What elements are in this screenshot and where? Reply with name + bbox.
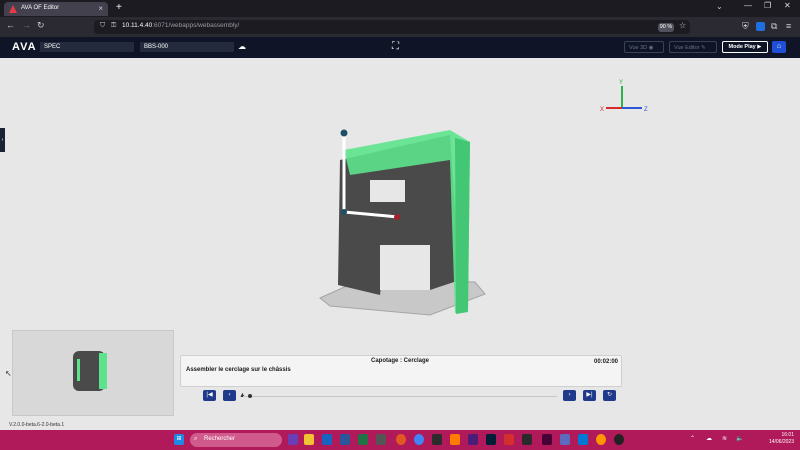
version-label: V.2.0.0-beta.6-2.0-beta.1 [9,422,65,428]
reference-field-value: BBS-000 [144,44,169,50]
home-icon: ⌂ [776,43,782,50]
ava-logo: AVA [12,41,37,53]
zoom-level-badge[interactable]: 90 % [658,23,674,32]
word-icon[interactable] [340,434,350,445]
x-axis-label: X [600,107,604,113]
tab-title: AVA OF Editor [21,5,60,11]
mouse-cursor-icon: ↖ [5,369,12,378]
url-text[interactable]: 10.11.4.40:6071/webapps/webassembly/ [122,22,239,29]
restart-icon: ↻ [606,392,613,398]
step-description: Assembler le cerclage sur le châssis [186,367,291,373]
step-progress-dot[interactable] [248,394,252,398]
chassis-cutout [370,180,405,202]
chevron-right-icon: › [568,392,571,398]
extension-icon[interactable] [756,22,765,31]
previous-step-button[interactable]: ‹ [223,390,236,401]
minimize-window-icon[interactable]: — [744,1,752,10]
search-icon: ⌕ [194,436,198,442]
taskbar-app-icon[interactable] [578,434,588,445]
minimap-model-thumbnail [73,351,107,391]
acrobat-icon[interactable] [504,434,514,445]
mode-play-label: Mode Play [728,44,756,50]
vue-3d-button[interactable]: Vue 3D ◉ [624,41,664,53]
firefox-dev-icon[interactable] [596,434,606,445]
maximize-window-icon[interactable]: ❐ [764,1,771,10]
close-window-icon[interactable]: ✕ [784,1,791,10]
chevron-left-icon: ‹ [228,392,231,398]
gizmo-end-handle[interactable] [394,214,400,220]
clock-date: 14/06/2023 [768,439,794,445]
taskbar-app-icon[interactable] [560,434,570,445]
browser-tab[interactable]: AVA OF Editor × [4,2,108,16]
photoshop-icon[interactable] [486,434,496,445]
menu-hamburger-icon[interactable]: ≡ [786,21,791,31]
outlook-icon[interactable] [322,434,332,445]
pocket-icon[interactable]: ⛨ [742,21,749,32]
eye-icon: ◉ [648,45,654,51]
reload-icon[interactable]: ↻ [37,20,45,31]
play-icon: ▶ [757,44,762,50]
taskbar-search-placeholder: Rechercher [204,436,236,442]
back-arrow-icon[interactable]: ← [6,20,15,30]
chevron-right-icon: › [1,137,4,143]
green-cerclage-side [455,138,470,314]
new-tab-button[interactable]: + [116,2,122,13]
minimap-preview[interactable] [12,330,174,416]
restart-button[interactable]: ↻ [603,390,616,401]
wifi-icon[interactable]: ≋ [722,435,727,442]
taskbar-app-icon[interactable] [376,434,386,445]
last-step-button[interactable]: ▶| [583,390,596,401]
home-button[interactable]: ⌂ [772,41,786,53]
spec-field-value: SPEC [44,44,61,50]
3d-chassis-model[interactable] [310,120,500,320]
vue-editor-button[interactable]: Vue Editor ✎ [669,41,717,53]
volume-icon[interactable]: 🔈 [736,435,743,442]
onedrive-icon[interactable]: ☁ [706,435,712,442]
windows-start-icon[interactable]: ⊞ [174,434,184,445]
xd-icon[interactable] [542,434,552,445]
gizmo-top-handle[interactable] [340,129,348,137]
y-axis-label: Y [619,80,623,86]
z-axis-label: Z [644,107,648,113]
cloud-icon[interactable]: ☁ [238,42,246,51]
next-step-button[interactable]: › [563,390,576,401]
first-step-button[interactable]: |◀ [203,390,216,401]
unity-icon[interactable] [432,434,442,445]
vue-3d-label: Vue 3D [629,45,648,51]
chrome-icon[interactable] [414,434,424,445]
tab-close-icon[interactable]: × [98,4,103,13]
pencil-icon: ✎ [701,45,706,51]
forward-arrow-icon[interactable]: → [22,20,31,30]
extensions-puzzle-icon[interactable]: ⧉ [771,21,777,32]
page-info-icon[interactable]: ⚿ [111,22,116,30]
skip-to-end-icon: ▶| [586,392,593,398]
excel-icon[interactable] [358,434,368,445]
app-favicon-icon [9,5,17,13]
mode-play-button[interactable]: Mode Play ▶ [722,41,768,53]
skip-to-start-icon: |◀ [206,392,213,398]
file-explorer-icon[interactable] [304,434,314,445]
side-panel-toggle[interactable]: › [0,128,5,152]
taskbar-app-icon[interactable] [522,434,532,445]
step-progress-track[interactable] [243,396,557,397]
step-title: Capotage : Cerclage [370,358,430,364]
firefox-icon[interactable] [396,434,406,445]
vue-editor-label: Vue Editor [674,45,700,51]
clock-time: 16:01 [781,432,794,438]
teams-icon[interactable] [468,434,478,445]
bookmark-star-icon[interactable]: ☆ [679,21,686,30]
chassis-opening [380,245,430,290]
tab-list-chevron-icon[interactable]: ⌄ [716,2,723,11]
fit-view-icon[interactable]: ⛶ [392,41,399,52]
gizmo-pivot-handle[interactable] [341,209,347,215]
taskbar-app-icon[interactable] [614,434,624,445]
axis-gizmo: Y Z X [600,80,648,113]
tray-chevron-icon[interactable]: ⌃ [690,435,695,442]
step-duration: 00:02:00 [594,359,619,365]
task-view-icon[interactable] [288,434,298,445]
shield-icon[interactable]: ⛉ [100,22,105,30]
illustrator-icon[interactable] [450,434,460,445]
taskbar-clock[interactable]: 16:01 14/06/2023 [754,432,794,446]
